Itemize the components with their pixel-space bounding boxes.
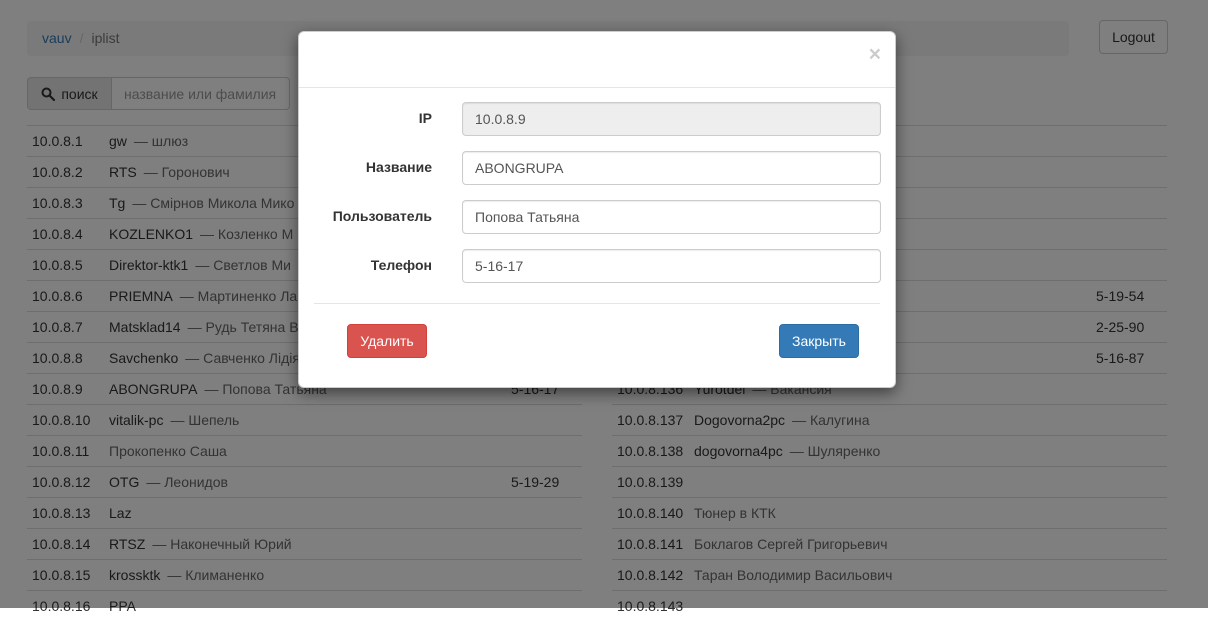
- delete-button[interactable]: Удалить: [347, 324, 427, 358]
- form-row-user: Пользователь: [299, 200, 895, 234]
- close-icon[interactable]: ×: [869, 44, 881, 65]
- name-label: Название: [299, 159, 432, 175]
- phone-field[interactable]: [462, 249, 881, 283]
- form-row-phone: Телефон: [299, 249, 895, 283]
- user-label: Пользователь: [299, 208, 432, 224]
- modal-footer-divider: [314, 303, 880, 304]
- modal-header: ×: [299, 32, 895, 88]
- phone-label: Телефон: [299, 257, 432, 273]
- name-field[interactable]: [462, 151, 881, 185]
- user-field[interactable]: [462, 200, 881, 234]
- edit-ip-modal: × IP Название Пользователь Телефон Удали…: [298, 31, 896, 388]
- close-button[interactable]: Закрыть: [779, 324, 859, 358]
- page: vauv/iplist Logout поиск 10.0.8.1gw — шл…: [0, 0, 1208, 608]
- ip-label: IP: [299, 110, 432, 126]
- form-row-ip: IP: [299, 102, 895, 136]
- ip-field[interactable]: [462, 102, 881, 136]
- form-row-name: Название: [299, 151, 895, 185]
